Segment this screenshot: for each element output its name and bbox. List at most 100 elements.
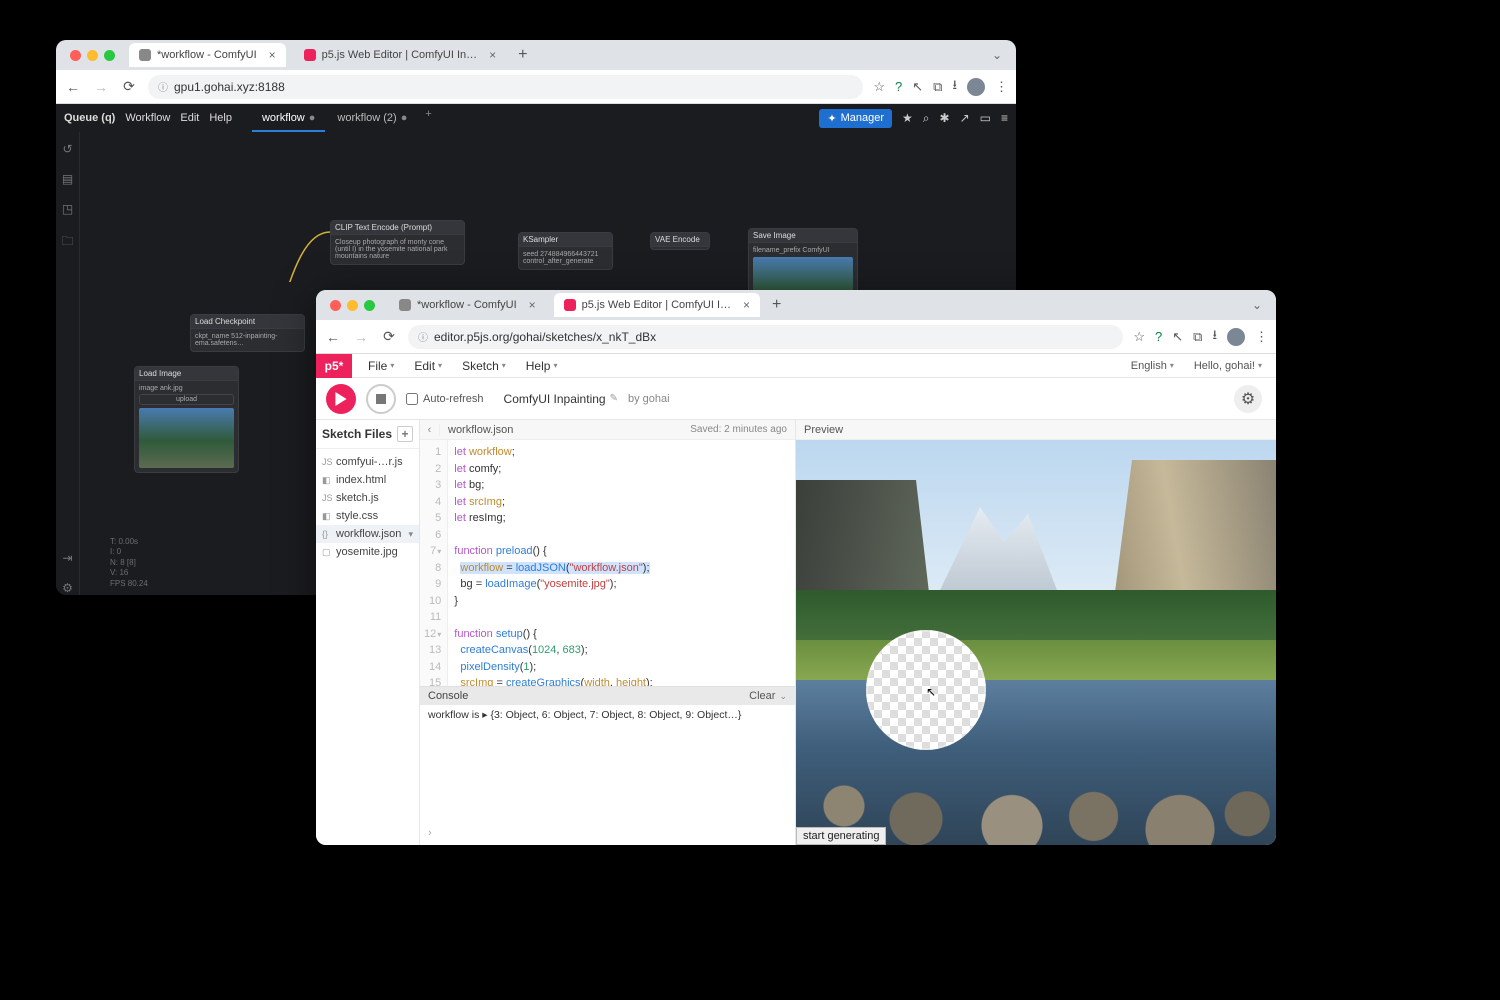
download-icon[interactable]: ⭳	[1212, 326, 1217, 348]
minimize-icon[interactable]	[87, 50, 98, 61]
binoculars-icon[interactable]: ⌕	[923, 111, 930, 126]
close-icon[interactable]	[70, 50, 81, 61]
doc-tab[interactable]: workflow (2)●	[327, 108, 417, 128]
file-item[interactable]: JScomfyui-…r.js	[316, 453, 419, 471]
autorefresh-toggle[interactable]: Auto-refresh	[406, 393, 484, 405]
box-icon[interactable]: ◳	[62, 202, 73, 216]
browser-tab-active[interactable]: *workflow - ComfyUI ×	[129, 43, 286, 67]
file-item[interactable]: JSsketch.js	[316, 489, 419, 507]
gear-icon[interactable]: ⚙	[62, 581, 73, 595]
bug-icon[interactable]: ✱	[940, 111, 950, 125]
cursor-icon[interactable]: ↖	[912, 79, 923, 95]
menu-help[interactable]: Help	[209, 112, 232, 124]
maximize-icon[interactable]	[364, 300, 375, 311]
folder-icon[interactable]: 🗀	[61, 232, 73, 253]
site-info-icon[interactable]: ⓘ	[418, 329, 428, 344]
node-load-checkpoint[interactable]: Load Checkpoint ckpt_name 512-inpainting…	[190, 314, 305, 352]
tab-close-icon[interactable]: ×	[489, 48, 496, 62]
help-icon[interactable]: ?	[895, 79, 902, 94]
queue-button[interactable]: Queue (q)	[64, 112, 115, 124]
share-icon[interactable]: ↗	[960, 111, 970, 125]
help-icon[interactable]: ?	[1155, 329, 1162, 344]
history-icon[interactable]: ↺	[62, 142, 72, 156]
code-source[interactable]: let workflow;let comfy;let bg;let srcImg…	[448, 440, 772, 686]
forward-button[interactable]: →	[352, 329, 370, 345]
node-field[interactable]: image ank.jpg	[139, 385, 234, 392]
preview-canvas[interactable]: ↖ start generating	[796, 440, 1276, 845]
back-button[interactable]: ←	[64, 79, 82, 95]
menu-workflow[interactable]: Workflow	[125, 112, 170, 124]
star-icon[interactable]: ☆	[1133, 329, 1145, 345]
node-field[interactable]: filename_prefix ComfyUI	[753, 247, 853, 254]
author-link[interactable]: gohai	[643, 393, 670, 405]
close-icon[interactable]	[330, 300, 341, 311]
new-tab-button[interactable]: +	[514, 46, 531, 64]
stop-button[interactable]	[366, 384, 396, 414]
file-item[interactable]: ◧style.css	[316, 507, 419, 525]
console-body[interactable]: workflow is ▸ {3: Object, 6: Object, 7: …	[420, 705, 795, 845]
settings-button[interactable]: ⚙	[1234, 385, 1262, 413]
star-icon[interactable]: ☆	[873, 79, 885, 95]
maximize-icon[interactable]	[104, 50, 115, 61]
file-menu-icon[interactable]: ▾	[408, 529, 413, 540]
file-item[interactable]: ▢yosemite.jpg	[316, 543, 419, 561]
doc-tab-active[interactable]: workflow●	[252, 108, 325, 128]
tabs-overflow-icon[interactable]: ⌄	[986, 48, 1008, 62]
logout-icon[interactable]: ⇥	[62, 551, 72, 565]
add-file-button[interactable]: +	[397, 426, 413, 442]
minimize-icon[interactable]	[347, 300, 358, 311]
node-field[interactable]: Closeup photograph of monty cone (until …	[331, 235, 464, 264]
upload-button[interactable]: upload	[139, 394, 234, 405]
browser-tab[interactable]: *workflow - ComfyUI ×	[389, 293, 546, 317]
cursor-icon[interactable]: ↖	[1172, 329, 1183, 345]
manager-button[interactable]: ✦Manager	[819, 109, 892, 128]
menu-edit[interactable]: Edit▾	[410, 357, 446, 375]
doc-tab-add[interactable]: +	[419, 108, 437, 128]
forward-button[interactable]: →	[92, 79, 110, 95]
node-clip-text-encode[interactable]: CLIP Text Encode (Prompt) Closeup photog…	[330, 220, 465, 265]
play-button[interactable]	[326, 384, 356, 414]
menu-file[interactable]: File▾	[364, 357, 398, 375]
p5-logo[interactable]: p5*	[316, 354, 352, 378]
tab-close-icon[interactable]: ×	[269, 48, 276, 62]
menu-edit[interactable]: Edit	[180, 112, 199, 124]
new-tab-button[interactable]: +	[768, 296, 785, 314]
extensions-icon[interactable]: ⧉	[1193, 329, 1202, 345]
browser-tab-active[interactable]: p5.js Web Editor | ComfyUI I… ×	[554, 293, 760, 317]
browser-tab[interactable]: p5.js Web Editor | ComfyUI In… ×	[294, 43, 507, 67]
node-vae-encode[interactable]: VAE Encode	[650, 232, 710, 250]
profile-avatar[interactable]	[967, 78, 985, 96]
tab-close-icon[interactable]: ×	[529, 298, 536, 312]
address-bar[interactable]: ⓘ gpu1.gohai.xyz:8188	[148, 75, 863, 99]
code-editor[interactable]: 123456789101112131415161718192021 let wo…	[420, 440, 795, 686]
console-clear-button[interactable]: Clear	[749, 690, 775, 702]
site-info-icon[interactable]: ⓘ	[158, 79, 168, 94]
reload-button[interactable]: ⟳	[120, 78, 138, 95]
back-button[interactable]: ←	[324, 329, 342, 345]
file-item[interactable]: {}workflow.json▾	[316, 525, 419, 543]
autorefresh-checkbox[interactable]	[406, 393, 418, 405]
menu-sketch[interactable]: Sketch▾	[458, 357, 510, 375]
collapse-files-icon[interactable]: ‹	[420, 424, 440, 436]
star-icon[interactable]: ★	[902, 111, 913, 125]
user-menu[interactable]: Hello, gohai!▾	[1190, 358, 1266, 374]
start-generating-button[interactable]: start generating	[796, 827, 886, 845]
menu-icon[interactable]: ⋮	[995, 79, 1008, 95]
hamburger-icon[interactable]: ≡	[1001, 111, 1008, 125]
language-selector[interactable]: English▾	[1127, 358, 1178, 374]
extensions-icon[interactable]: ⧉	[933, 79, 942, 95]
profile-avatar[interactable]	[1227, 328, 1245, 346]
node-field[interactable]: seed 274884966443721 control_after_gener…	[519, 247, 612, 269]
node-ksampler[interactable]: KSampler seed 274884966443721 control_af…	[518, 232, 613, 270]
menu-help[interactable]: Help▾	[522, 357, 562, 375]
download-icon[interactable]: ⭳	[952, 76, 957, 98]
tab-close-icon[interactable]: ×	[743, 298, 750, 312]
tabs-overflow-icon[interactable]: ⌄	[1246, 298, 1268, 312]
reload-button[interactable]: ⟳	[380, 328, 398, 345]
console-collapse-icon[interactable]: ⌄	[779, 691, 787, 702]
list-icon[interactable]: ▤	[62, 172, 73, 186]
edit-icon[interactable]: ✎	[610, 393, 618, 404]
menu-icon[interactable]: ⋮	[1255, 329, 1268, 345]
panel-icon[interactable]: ▭	[980, 111, 991, 125]
sketch-name[interactable]: ComfyUI Inpainting✎	[504, 392, 618, 406]
